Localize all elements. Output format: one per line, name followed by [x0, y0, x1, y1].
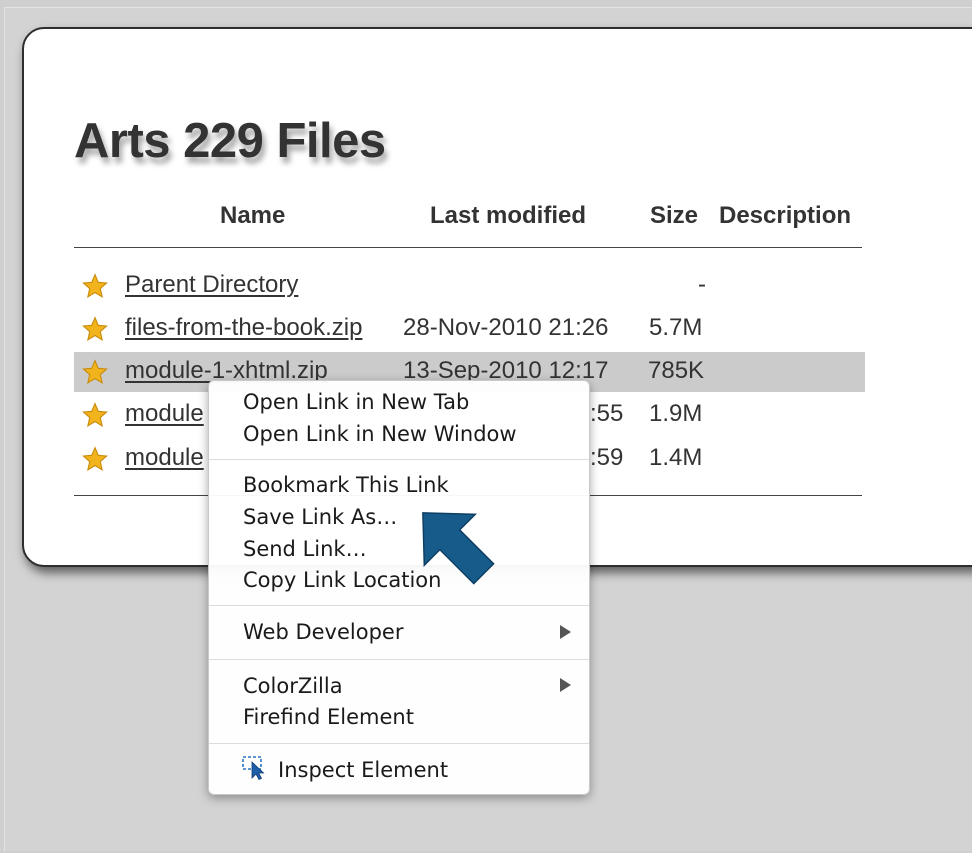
table-row: Parent Directory -: [74, 266, 865, 306]
star-icon: [82, 446, 108, 471]
file-link[interactable]: module: [125, 400, 204, 428]
menu-item-colorzilla[interactable]: ColorZilla: [243, 673, 343, 699]
file-link[interactable]: Parent Directory: [125, 271, 298, 299]
star-icon: [82, 402, 108, 427]
column-header-description[interactable]: Description: [719, 202, 851, 230]
file-modified: :59: [590, 444, 624, 471]
column-header-size[interactable]: Size: [650, 202, 698, 230]
file-size: 785K: [648, 357, 705, 384]
file-size: 1.9M: [649, 400, 703, 427]
menu-separator: [209, 459, 589, 460]
page-title: Arts 229 Files: [74, 114, 386, 168]
menu-item-open-new-window[interactable]: Open Link in New Window: [243, 421, 517, 447]
menu-item-bookmark-link[interactable]: Bookmark This Link: [243, 472, 449, 498]
menu-separator: [209, 659, 589, 660]
file-size: 5.7M: [649, 314, 703, 341]
menu-item-web-developer[interactable]: Web Developer: [243, 619, 403, 645]
header-divider: [74, 247, 862, 248]
inspect-element-icon: [242, 756, 265, 780]
menu-item-open-new-tab[interactable]: Open Link in New Tab: [243, 389, 469, 415]
pointer-arrow-icon: [422, 512, 495, 585]
table-row: files-from-the-book.zip 28-Nov-2010 21:2…: [74, 309, 865, 349]
file-size: -: [698, 271, 706, 298]
menu-item-send-link[interactable]: Send Link…: [243, 536, 367, 562]
column-header-name[interactable]: Name: [220, 202, 285, 230]
file-modified: :55: [590, 400, 624, 427]
submenu-arrow-icon: [560, 678, 571, 692]
star-icon: [82, 273, 108, 298]
star-icon: [82, 359, 108, 384]
menu-separator: [209, 743, 589, 744]
file-link[interactable]: files-from-the-book.zip: [125, 314, 362, 342]
context-menu: Open Link in New Tab Open Link in New Wi…: [208, 380, 590, 795]
file-link[interactable]: module: [125, 444, 204, 472]
menu-item-firefind-element[interactable]: Firefind Element: [243, 704, 414, 730]
menu-separator: [209, 605, 589, 606]
star-icon: [82, 316, 108, 341]
submenu-arrow-icon: [560, 625, 571, 639]
menu-item-save-link-as[interactable]: Save Link As…: [243, 504, 397, 530]
menu-item-inspect-element[interactable]: Inspect Element: [278, 757, 448, 783]
file-modified: 28-Nov-2010 21:26: [403, 314, 609, 341]
file-size: 1.4M: [649, 444, 703, 471]
column-header-last-modified[interactable]: Last modified: [430, 202, 586, 230]
